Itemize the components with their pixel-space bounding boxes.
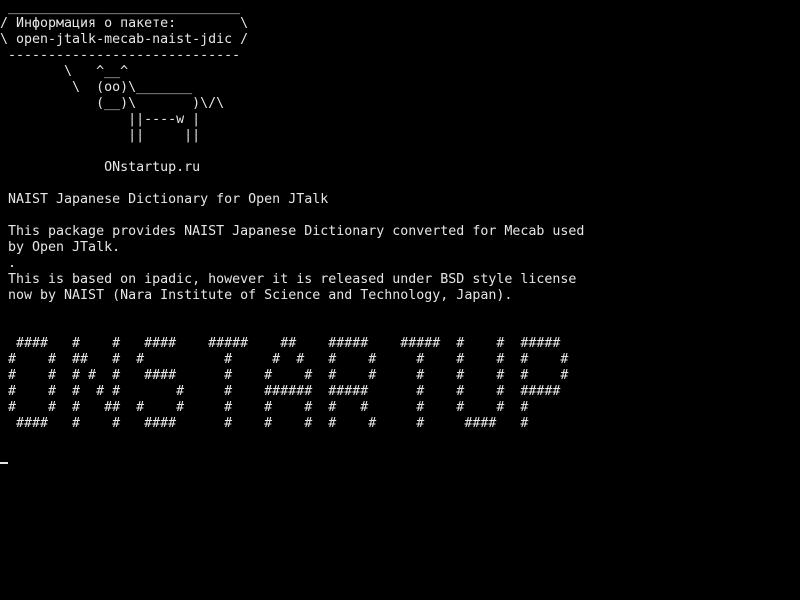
cow-ascii-line-3: (__)\ )\/\ <box>0 96 225 111</box>
cowsay-bubble-top: _____________________________ <box>0 0 241 15</box>
cowsay-bubble-line-1: / Информация о пакете: \ <box>0 16 249 31</box>
package-description-line-1: This package provides NAIST Japanese Dic… <box>0 224 585 239</box>
banner-line-5: # # # ## # # # # # # # # # # # <box>0 400 529 415</box>
package-description-line-3: This is based on ipadic, however it is r… <box>0 272 577 287</box>
cow-ascii-line-4: ||----w | <box>0 112 201 127</box>
package-summary: NAIST Japanese Dictionary for Open JTalk <box>0 192 329 207</box>
cow-ascii-line-5: || || <box>0 128 201 143</box>
cowsay-bubble-bottom: ----------------------------- <box>0 48 241 63</box>
banner-line-6: #### # # #### # # # # # # #### # <box>0 416 529 431</box>
banner-line-2: # # ## # # # # # # # # # # # # <box>0 352 569 367</box>
site-name: ONstartup.ru <box>0 160 201 175</box>
cow-ascii-line-1: \ ^__^ <box>0 64 129 79</box>
banner-line-1: #### # # #### ##### ## ##### ##### # # #… <box>0 336 561 351</box>
banner-line-4: # # # # # # # ###### ##### # # # ##### <box>0 384 561 399</box>
banner-line-3: # # # # # #### # # # # # # # # # # <box>0 368 569 383</box>
package-description-line-2: by Open JTalk. <box>0 240 121 255</box>
cow-ascii-line-2: \ (oo)\_______ <box>0 80 193 95</box>
package-description-separator: . <box>0 256 17 271</box>
terminal-cursor <box>0 462 8 464</box>
cowsay-bubble-line-2: \ open-jtalk-mecab-naist-jdic / <box>0 32 249 47</box>
terminal-screen[interactable]: _____________________________ / Информац… <box>0 0 800 600</box>
package-description-line-4: now by NAIST (Nara Institute of Science … <box>0 288 513 303</box>
